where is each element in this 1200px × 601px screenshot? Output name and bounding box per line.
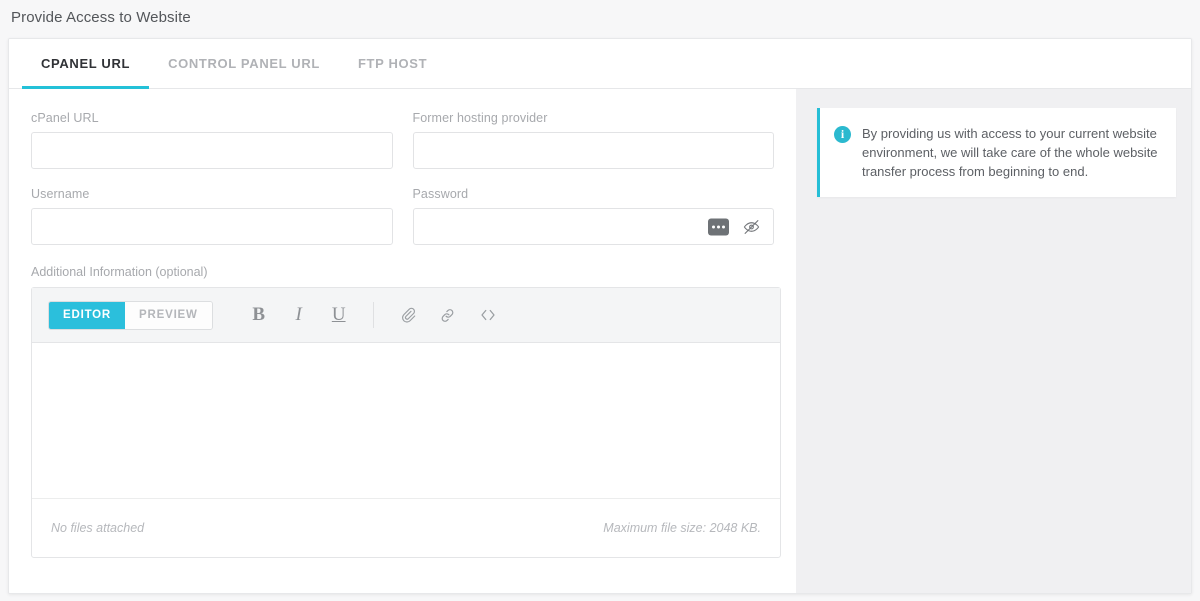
editor-mode-switch: EDITOR PREVIEW <box>48 301 213 330</box>
toolbar-divider <box>373 302 374 328</box>
code-icon[interactable] <box>468 300 508 330</box>
rich-text-editor: EDITOR PREVIEW B I U <box>31 287 781 558</box>
password-input-wrap <box>413 208 775 245</box>
editor-tool-icons: B I U <box>239 300 508 330</box>
info-circle-icon: i <box>834 126 851 143</box>
tab-bar: CPANEL URL CONTROL PANEL URL FTP HOST <box>9 39 1191 89</box>
editor-footer: No files attached Maximum file size: 204… <box>32 498 780 557</box>
former-hosting-provider-input[interactable] <box>413 132 775 169</box>
tab-label: FTP HOST <box>358 56 427 71</box>
cpanel-url-label: cPanel URL <box>31 111 393 125</box>
additional-information-label: Additional Information (optional) <box>31 265 774 279</box>
username-input[interactable] <box>31 208 393 245</box>
tab-cpanel-url[interactable]: CPANEL URL <box>22 39 149 88</box>
form-column: cPanel URL Former hosting provider Usern… <box>9 89 796 594</box>
former-hosting-provider-label: Former hosting provider <box>413 111 775 125</box>
underline-icon[interactable]: U <box>319 300 359 330</box>
editor-mode-button[interactable]: EDITOR <box>49 302 125 329</box>
bold-icon[interactable]: B <box>239 300 279 330</box>
max-file-size-label: Maximum file size: 2048 KB. <box>603 521 761 535</box>
username-label: Username <box>31 187 393 201</box>
preview-mode-button[interactable]: PREVIEW <box>125 302 212 329</box>
tab-ftp-host[interactable]: FTP HOST <box>339 39 446 88</box>
page-title: Provide Access to Website <box>11 9 191 26</box>
password-field: Password <box>413 187 775 245</box>
former-hosting-provider-field: Former hosting provider <box>413 111 775 169</box>
info-column: i By providing us with access to your cu… <box>796 89 1191 594</box>
tab-label: CONTROL PANEL URL <box>168 56 320 71</box>
cpanel-url-field: cPanel URL <box>31 111 393 169</box>
access-form-card: CPANEL URL CONTROL PANEL URL FTP HOST cP… <box>8 38 1192 594</box>
tab-label: CPANEL URL <box>41 56 130 71</box>
link-icon[interactable] <box>428 300 468 330</box>
files-attached-status: No files attached <box>51 521 144 535</box>
card-body: cPanel URL Former hosting provider Usern… <box>9 89 1191 594</box>
eye-slash-icon[interactable] <box>743 218 760 235</box>
provide-access-page: Provide Access to Website CPANEL URL CON… <box>0 0 1200 601</box>
paperclip-icon[interactable] <box>388 300 428 330</box>
editor-toolbar: EDITOR PREVIEW B I U <box>32 288 780 343</box>
editor-textarea[interactable] <box>32 343 780 498</box>
info-panel-text: By providing us with access to your curr… <box>862 124 1160 181</box>
info-panel: i By providing us with access to your cu… <box>817 108 1176 197</box>
username-field: Username <box>31 187 393 245</box>
credentials-grid: cPanel URL Former hosting provider Usern… <box>31 111 774 263</box>
tab-control-panel-url[interactable]: CONTROL PANEL URL <box>149 39 339 88</box>
cpanel-url-input[interactable] <box>31 132 393 169</box>
italic-icon[interactable]: I <box>279 300 319 330</box>
password-dots-icon[interactable] <box>708 218 729 235</box>
password-label: Password <box>413 187 775 201</box>
